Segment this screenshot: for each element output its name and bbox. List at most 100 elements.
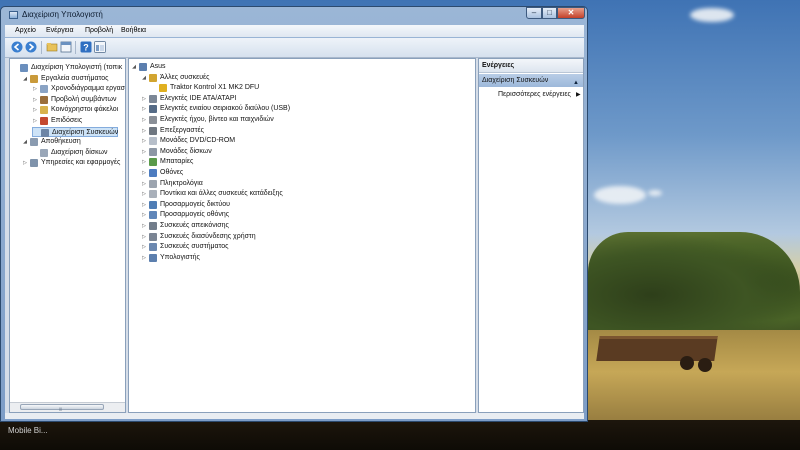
expand-arrow-icon[interactable]: ▷ (32, 116, 38, 126)
window-title: Διαχείριση Υπολογιστή (22, 10, 103, 19)
expand-arrow-icon (32, 148, 38, 158)
maximize-button[interactable]: □ (542, 7, 557, 19)
tree-item-label: Asus (150, 63, 166, 70)
tree-item-label: Ποντίκια και άλλες συσκευές κατάδειξης (160, 190, 283, 198)
navigation-tree-pane[interactable]: Διαχείριση Υπολογιστή (τοπικ ◢ Εργαλεία συ… (9, 58, 126, 413)
expand-arrow-icon[interactable]: ▷ (141, 136, 147, 146)
expand-arrow-icon[interactable]: ▷ (141, 210, 147, 220)
tree-item-label: Μονάδες DVD/CD-ROM (160, 137, 236, 145)
properties-icon[interactable] (60, 41, 72, 53)
expand-arrow-icon[interactable]: ▷ (141, 147, 147, 157)
trees (588, 232, 800, 337)
scrollbar-thumb[interactable]: ||| (20, 404, 104, 411)
collapse-arrow-icon[interactable]: ▲ (573, 77, 579, 90)
tree-item-label: Κοινόχρηστοι φάκελοι (51, 106, 119, 114)
collapse-arrow-icon[interactable]: ◢ (131, 62, 137, 72)
tree-item-label: Εργαλεία συστήματος (41, 74, 109, 82)
expand-arrow-icon[interactable]: ▷ (141, 242, 147, 252)
display-adapter-icon (149, 211, 157, 220)
collapse-arrow-icon[interactable]: ◢ (22, 74, 28, 84)
tree-item-label: Επιδόσεις (51, 117, 83, 124)
menu-help[interactable]: Βοήθεια (121, 27, 146, 34)
unknown-device-icon (149, 73, 157, 82)
expand-arrow-icon[interactable]: ▷ (141, 253, 147, 263)
tree-item-label: Άλλες συσκευές (160, 73, 210, 81)
tree-item-label: Ελεγκτές ήχου, βίντεο και παιχνιδιών (160, 116, 274, 123)
tree-item-label: Προβολή συμβάντων (51, 95, 117, 103)
computer-management-window: Διαχείριση Υπολογιστή – □ ✕ Αρχείο Ενέργ… (0, 6, 588, 422)
system-device-icon (149, 243, 157, 252)
minimize-button[interactable]: – (526, 7, 542, 19)
tree-item-label: Πληκτρολόγια (160, 179, 203, 187)
tree-item[interactable]: Διαχείριση Συσκευών (32, 126, 119, 137)
wheel (698, 358, 712, 372)
expand-arrow-icon[interactable]: ▷ (141, 221, 147, 231)
menu-view[interactable]: Προβολή (85, 27, 113, 34)
help-icon[interactable]: ? (80, 41, 92, 53)
services-icon (30, 159, 38, 168)
expand-arrow-icon[interactable]: ▷ (141, 126, 147, 136)
computer-management-icon (20, 64, 28, 72)
toolbar: ? (5, 38, 584, 58)
tree-item-label: Συσκευές συστήματος (160, 243, 229, 251)
computer-management-icon (9, 11, 18, 19)
expand-arrow-icon[interactable]: ▷ (141, 168, 147, 178)
expand-arrow-icon[interactable]: ▷ (32, 84, 38, 94)
console-view-icon[interactable] (94, 41, 106, 53)
expand-arrow-icon[interactable]: ▷ (141, 157, 147, 167)
title-bar[interactable]: Διαχείριση Υπολογιστή – □ ✕ (1, 7, 587, 22)
back-icon[interactable] (11, 41, 23, 53)
device-manager-icon (41, 128, 49, 137)
tree-item-label: Επεξεργαστές (160, 126, 204, 134)
dvd-icon (149, 137, 157, 146)
more-actions-link[interactable]: Περισσότερες ενέργειες (498, 91, 571, 98)
expand-arrow-icon[interactable]: ▷ (141, 232, 147, 242)
menu-bar: Αρχείο Ενέργεια Προβολή Βοήθεια (5, 25, 584, 37)
cloud (690, 8, 734, 22)
sound-icon (149, 116, 157, 124)
tree-item-label: Διαχείριση Υπολογιστή (τοπικ (31, 64, 123, 71)
device-tree-pane[interactable]: ◢ Asus ◢ Άλλες συσκευές Traktor Kontrol X1 M… (128, 58, 476, 413)
hid-icon (149, 232, 157, 241)
expand-arrow-icon[interactable]: ▷ (141, 115, 147, 125)
collapse-arrow-icon[interactable]: ◢ (141, 73, 147, 83)
expand-arrow-icon[interactable]: ▷ (32, 95, 38, 105)
expand-arrow-icon[interactable]: ▷ (141, 104, 147, 114)
menu-file[interactable]: Αρχείο (15, 27, 36, 34)
expand-arrow-icon[interactable]: ▷ (141, 94, 147, 104)
warning-device-icon (159, 84, 167, 93)
collapse-arrow-icon[interactable]: ◢ (22, 137, 28, 147)
cloud (594, 186, 646, 204)
expand-arrow-icon[interactable]: ▷ (32, 105, 38, 115)
clock-icon (40, 85, 48, 94)
expand-arrow-icon[interactable]: ▷ (141, 200, 147, 210)
expand-arrow-icon (151, 83, 157, 93)
tree-item-label: Traktor Kontrol X1 MK2 DFU (170, 84, 260, 92)
scroll-grip: ||| (59, 406, 63, 411)
tree-item-label: Διαχείριση Συσκευών (52, 128, 119, 136)
toolbar-separator (41, 41, 42, 54)
close-button[interactable]: ✕ (557, 7, 585, 19)
menu-action[interactable]: Ενέργεια (46, 27, 74, 34)
tree-item-label: Υπολογιστής (160, 253, 200, 261)
tree-item-label: Συσκευές διασύνδεσης χρήστη (160, 232, 256, 240)
expand-arrow-icon[interactable]: ▷ (22, 158, 28, 168)
actions-pane: Ενέργειες Διαχείριση Συσκευών ▲ Περισσότ… (478, 58, 584, 413)
mouse-icon (149, 190, 157, 199)
expand-arrow-icon[interactable]: ▷ (141, 189, 147, 199)
battery-icon (149, 158, 157, 167)
computer-icon (149, 253, 157, 262)
processor-icon (149, 126, 157, 135)
desktop-icon-label[interactable]: Mobile Bi... (8, 426, 48, 435)
expand-arrow-icon[interactable]: ▷ (141, 179, 147, 189)
forward-icon[interactable] (25, 41, 37, 53)
event-viewer-icon (40, 95, 48, 104)
submenu-arrow-icon: ▶ (576, 92, 581, 98)
up-folder-icon[interactable] (46, 41, 58, 53)
horizontal-scrollbar[interactable]: ||| (10, 402, 125, 412)
actions-section-label: Διαχείριση Συσκευών (482, 77, 549, 84)
disk-icon (40, 148, 48, 157)
actions-section-header[interactable]: Διαχείριση Συσκευών ▲ (479, 74, 583, 87)
tree-item-label: Χρονοδιάγραμμα εργασ (51, 85, 125, 93)
tree-item-label: Προσαρμογείς δικτύου (160, 200, 230, 208)
